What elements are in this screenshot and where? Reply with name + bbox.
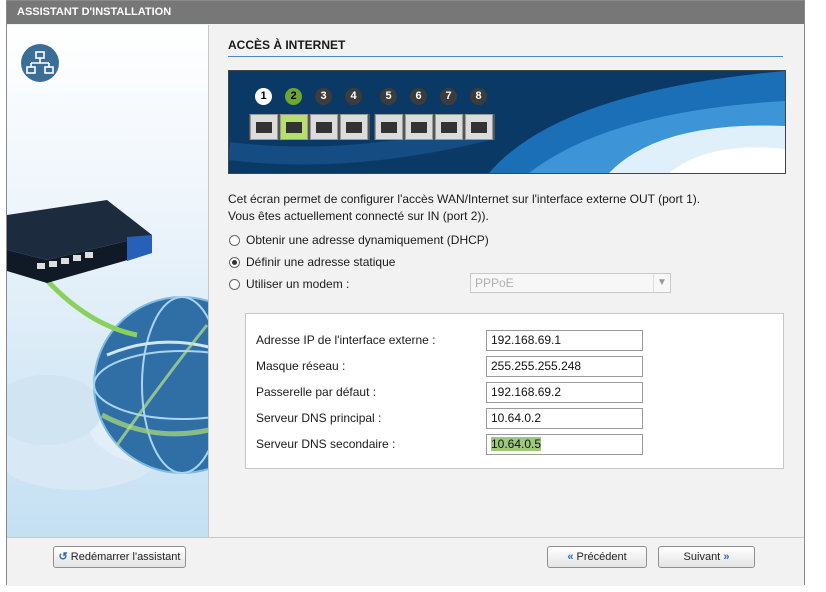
chevron-down-icon: ▼ [653, 274, 670, 292]
netmask-label: Masque réseau : [256, 359, 346, 373]
next-label: Suivant [683, 551, 721, 563]
sidebar-illustration [7, 25, 209, 537]
next-button[interactable]: Suivant » [658, 546, 755, 568]
static-radio[interactable] [229, 256, 240, 268]
netmask-input[interactable]: 255.255.255.248 [486, 356, 643, 377]
description-line-2: Vous êtes actuellement connecté sur IN (… [228, 209, 489, 223]
modem-select[interactable]: PPPoE ▼ [470, 273, 671, 293]
ip-input[interactable]: 192.168.69.1 [486, 330, 643, 351]
dns-primary-label: Serveur DNS principal : [256, 411, 382, 425]
ip-label: Adresse IP de l'interface externe : [256, 333, 436, 347]
network-icon [21, 44, 59, 82]
dhcp-radio[interactable] [229, 234, 240, 246]
ports-banner: 1 2 3 4 5 6 7 8 [228, 70, 786, 174]
modem-radio[interactable] [229, 278, 240, 290]
main-panel: ACCÈS À INTERNET 1 2 3 4 5 6 7 8 Cet écr… [209, 25, 804, 537]
modem-select-value: PPPoE [475, 276, 514, 290]
option-modem[interactable]: Utiliser un modem : [229, 276, 349, 292]
previous-button[interactable]: « Précédent [547, 546, 647, 568]
port-number-4: 4 [345, 88, 362, 105]
port-number-2: 2 [285, 88, 302, 105]
modem-label: Utiliser un modem : [246, 277, 350, 291]
port-jack-8 [465, 114, 493, 140]
restart-button[interactable]: ↺ Redémarrer l'assistant [53, 546, 186, 568]
port-number-8: 8 [470, 88, 487, 105]
port-jack-7 [435, 114, 463, 140]
port-number-3: 3 [315, 88, 332, 105]
gateway-label: Passerelle par défaut : [256, 385, 377, 399]
dns-secondary-label: Serveur DNS secondaire : [256, 437, 396, 451]
dns-secondary-input[interactable]: 10.64.0.5 [486, 434, 643, 455]
port-jack-3 [310, 114, 338, 140]
appliance-globe-illustration [7, 200, 208, 490]
dns-primary-input[interactable]: 10.64.0.2 [486, 408, 643, 429]
port-jack-5 [375, 114, 403, 140]
port-jack-1 [250, 114, 278, 140]
footer-bar: ↺ Redémarrer l'assistant « Précédent Sui… [7, 537, 804, 586]
port-jack-6 [405, 114, 433, 140]
window-title: ASSISTANT D'INSTALLATION [7, 1, 804, 24]
static-label: Définir une adresse statique [246, 255, 396, 269]
double-right-arrow-icon: » [723, 551, 730, 563]
port-jack-4 [340, 114, 368, 140]
static-address-form: Adresse IP de l'interface externe : 192.… [245, 313, 784, 469]
option-dhcp[interactable]: Obtenir une adresse dynamiquement (DHCP) [229, 232, 489, 248]
restart-label: Redémarrer l'assistant [70, 551, 181, 563]
port-number-5: 5 [380, 88, 397, 105]
option-static[interactable]: Définir une adresse statique [229, 254, 395, 270]
description-line-1: Cet écran permet de configurer l'accès W… [228, 192, 701, 206]
port-jack-2 [280, 114, 308, 140]
section-title: ACCÈS À INTERNET [228, 38, 783, 57]
description: Cet écran permet de configurer l'accès W… [228, 191, 700, 225]
dhcp-label: Obtenir une adresse dynamiquement (DHCP) [246, 233, 489, 247]
port-number-7: 7 [440, 88, 457, 105]
port-number-6: 6 [410, 88, 427, 105]
port-number-1: 1 [255, 88, 272, 105]
dns-secondary-value: 10.64.0.5 [491, 437, 542, 451]
wizard-window: ASSISTANT D'INSTALLATION ACCÈS À INTERNE… [6, 0, 805, 586]
restart-icon: ↺ [58, 551, 68, 563]
gateway-input[interactable]: 192.168.69.2 [486, 382, 643, 403]
double-left-arrow-icon: « [567, 551, 574, 563]
previous-label: Précédent [576, 551, 627, 563]
